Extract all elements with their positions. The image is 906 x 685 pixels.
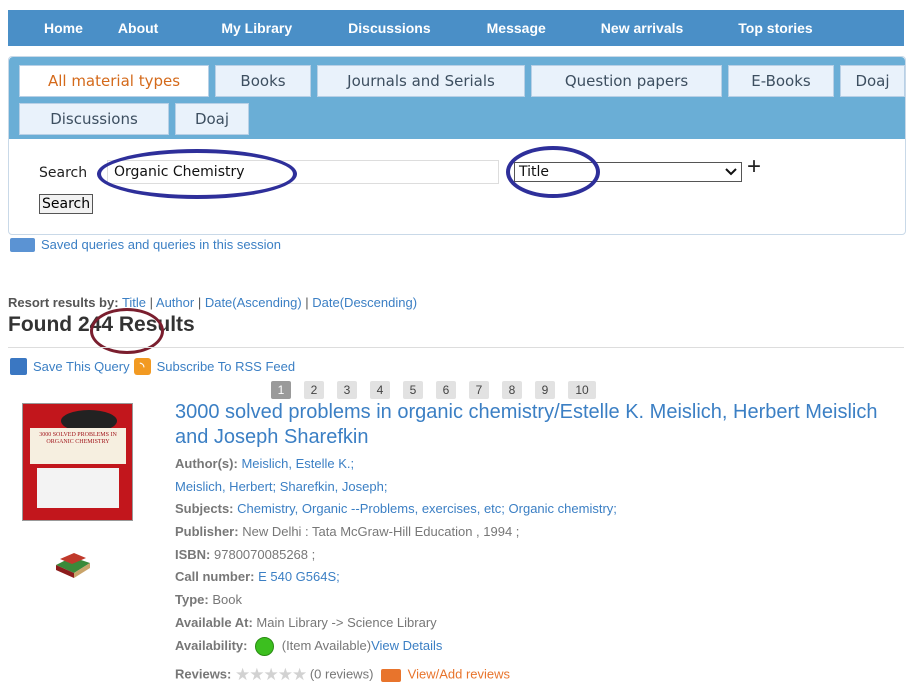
authors-label: Author(s): <box>175 456 238 471</box>
page-9[interactable]: 9 <box>535 381 555 399</box>
tab-books[interactable]: Books <box>215 65 311 97</box>
call-number-row: Call number: E 540 G564S; <box>175 569 340 584</box>
view-add-reviews-link[interactable]: View/Add reviews <box>408 666 510 681</box>
nav-new-arrivals[interactable]: New arrivals <box>601 20 684 36</box>
subjects-row: Subjects: Chemistry, Organic --Problems,… <box>175 501 617 516</box>
view-details-link[interactable]: View Details <box>371 638 442 653</box>
tab-journals-and-serials[interactable]: Journals and Serials <box>317 65 525 97</box>
page-8[interactable]: 8 <box>502 381 522 399</box>
tab-question-papers[interactable]: Question papers <box>531 65 722 97</box>
reviews-count: (0 reviews) <box>309 666 374 682</box>
nav-about[interactable]: About <box>118 20 158 36</box>
reviews-label: Reviews: <box>175 666 232 682</box>
search-field-select[interactable]: Title <box>514 162 742 182</box>
saved-queries-label: Saved queries and queries in this sessio… <box>41 237 281 252</box>
availability-value: (Item Available) <box>281 637 372 653</box>
available-at-label: Available At: <box>175 615 253 630</box>
publisher-label: Publisher: <box>175 524 239 539</box>
save-icon <box>10 358 27 375</box>
call-number-label: Call number: <box>175 569 255 584</box>
page-7[interactable]: 7 <box>469 381 489 399</box>
result-title-link[interactable]: 3000 solved problems in organic chemistr… <box>175 400 895 450</box>
review-comment-icon <box>381 668 402 682</box>
page-4[interactable]: 4 <box>370 381 390 399</box>
page-2[interactable]: 2 <box>304 381 324 399</box>
search-field-value: Title <box>519 164 550 180</box>
divider <box>8 347 904 348</box>
authors-row: Author(s): Meislich, Estelle K.; <box>175 456 354 471</box>
book-cover-image[interactable]: 3000 SOLVED PROBLEMS IN ORGANIC CHEMISTR… <box>22 403 133 521</box>
chevron-down-icon <box>725 164 737 180</box>
cover-panel <box>37 468 119 508</box>
material-type-tabs: All material types Books Journals and Se… <box>9 57 905 139</box>
availability-label: Availability: <box>175 637 248 653</box>
top-navigation: Home About My Library Discussions Messag… <box>8 10 904 46</box>
page-1[interactable]: 1 <box>271 381 291 399</box>
subscribe-rss-link[interactable]: Subscribe To RSS Feed <box>157 359 296 374</box>
sort-author-link[interactable]: Author <box>156 295 194 310</box>
page-3[interactable]: 3 <box>337 381 357 399</box>
publisher-row: Publisher: New Delhi : Tata McGraw-Hill … <box>175 524 519 539</box>
resort-label: Resort results by: <box>8 295 119 310</box>
saved-queries-link[interactable]: Saved queries and queries in this sessio… <box>10 237 281 252</box>
folder-icon <box>10 237 35 252</box>
query-actions: Save This Query ◝ Subscribe To RSS Feed <box>10 358 295 375</box>
page-5[interactable]: 5 <box>403 381 423 399</box>
type-row: Type: Book <box>175 592 242 607</box>
search-panel: All material types Books Journals and Se… <box>8 56 906 235</box>
nav-my-library[interactable]: My Library <box>221 20 292 36</box>
tab-doaj[interactable]: Doaj <box>840 65 905 97</box>
call-number-link[interactable]: E 540 G564S; <box>258 569 340 584</box>
reviews-row: Reviews: ★★★★★ (0 reviews) View/Add revi… <box>175 665 510 685</box>
authors-row-2: Meislich, Herbert; Sharefkin, Joseph; <box>175 479 387 494</box>
resort-bar: Resort results by: Title | Author | Date… <box>8 295 418 310</box>
tab-e-books[interactable]: E-Books <box>728 65 834 97</box>
isbn-value: 9780070085268 ; <box>214 547 316 562</box>
isbn-label: ISBN: <box>175 547 211 562</box>
nav-top-stories[interactable]: Top stories <box>738 20 812 36</box>
search-input[interactable] <box>107 160 499 184</box>
search-button[interactable]: Search <box>39 194 94 214</box>
pagination: 1 2 3 4 5 6 7 8 9 10 <box>271 381 609 399</box>
rss-icon: ◝ <box>133 358 151 375</box>
found-prefix: Found <box>8 313 73 336</box>
type-value: Book <box>212 592 242 607</box>
results-count: 244 <box>77 313 114 336</box>
author-link-2[interactable]: Meislich, Herbert; Sharefkin, Joseph; <box>175 479 387 494</box>
found-suffix: Results <box>118 313 195 336</box>
tab-all-material-types[interactable]: All material types <box>19 65 209 97</box>
save-query-link[interactable]: Save This Query <box>33 359 130 374</box>
sort-title-link[interactable]: Title <box>122 295 146 310</box>
page-10[interactable]: 10 <box>568 381 596 399</box>
sort-date-descending-link[interactable]: Date(Descending) <box>312 295 417 310</box>
results-count-heading: Found 244 Results <box>8 313 195 337</box>
tab-discussions[interactable]: Discussions <box>19 103 169 135</box>
cover-title-text: 3000 SOLVED PROBLEMS IN ORGANIC CHEMISTR… <box>30 428 126 464</box>
search-label: Search <box>39 165 88 181</box>
available-status-icon <box>255 637 275 656</box>
nav-discussions[interactable]: Discussions <box>348 20 430 36</box>
subjects-link[interactable]: Chemistry, Organic --Problems, exercises… <box>237 501 617 516</box>
tab-doaj-2[interactable]: Doaj <box>175 103 249 135</box>
book-type-icon <box>54 551 92 579</box>
page-6[interactable]: 6 <box>436 381 456 399</box>
isbn-row: ISBN: 9780070085268 ; <box>175 547 315 562</box>
add-criteria-button[interactable]: + <box>747 155 761 179</box>
availability-row: Availability: (Item Available)View Detai… <box>175 637 442 656</box>
type-label: Type: <box>175 592 209 607</box>
nav-home[interactable]: Home <box>44 20 83 36</box>
star-rating-icon[interactable]: ★★★★★ <box>235 665 307 684</box>
available-at-row: Available At: Main Library -> Science Li… <box>175 615 437 630</box>
sort-date-ascending-link[interactable]: Date(Ascending) <box>205 295 302 310</box>
available-at-value: Main Library -> Science Library <box>256 615 437 630</box>
author-link[interactable]: Meislich, Estelle K.; <box>241 456 354 471</box>
subjects-label: Subjects: <box>175 501 234 516</box>
publisher-value: New Delhi : Tata McGraw-Hill Education ,… <box>242 524 520 539</box>
nav-message[interactable]: Message <box>487 20 546 36</box>
